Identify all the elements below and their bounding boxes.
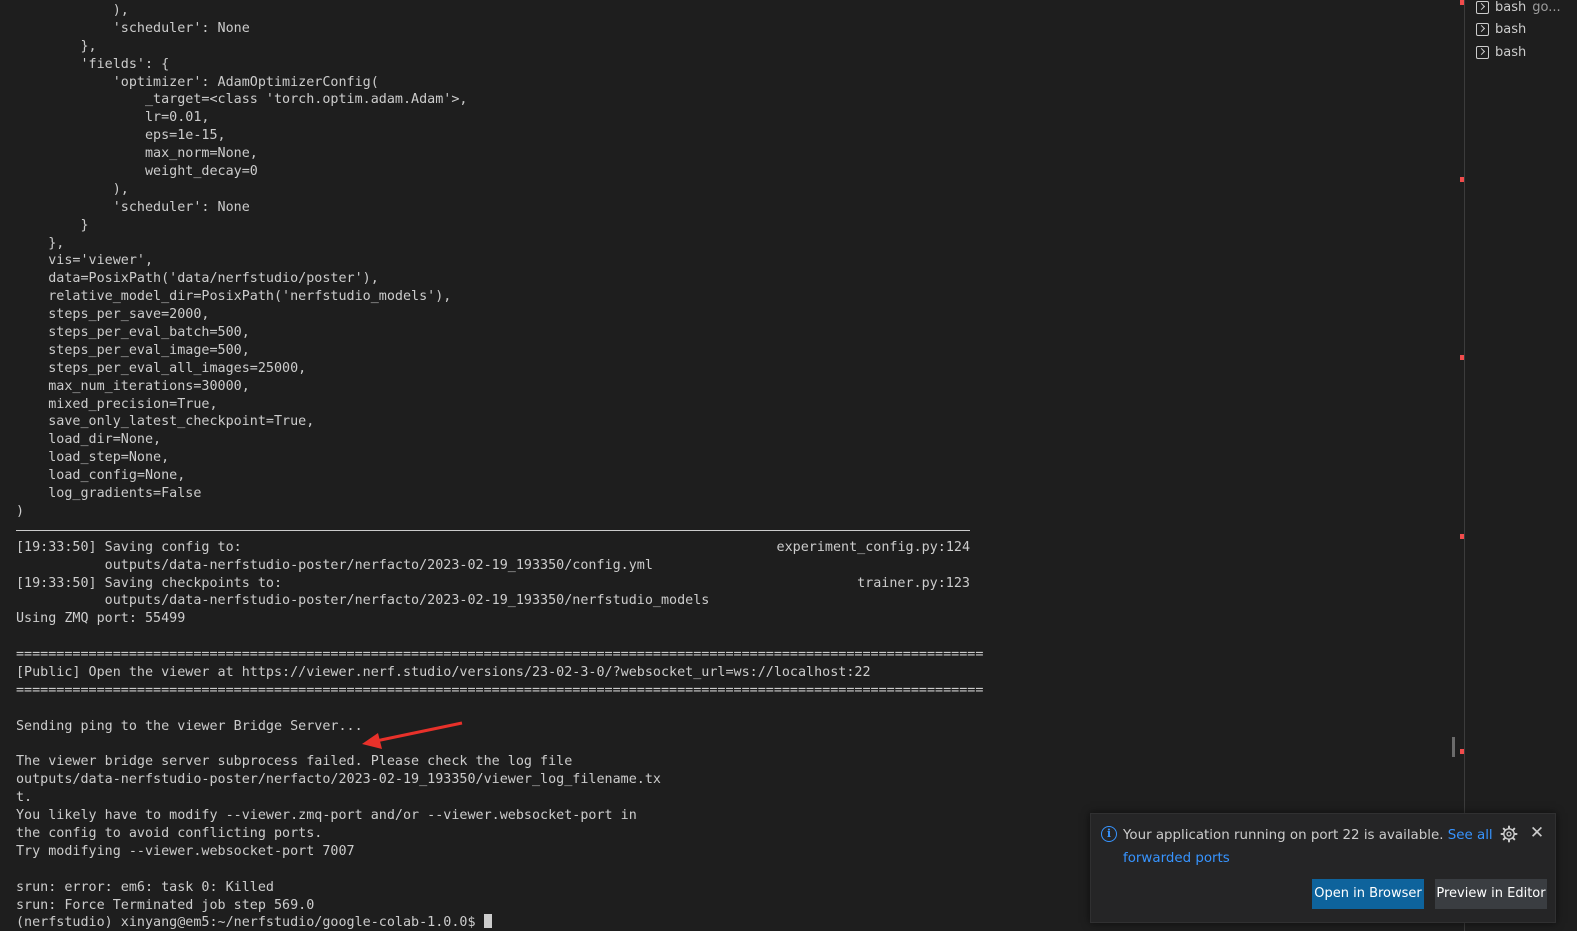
close-icon[interactable]: ✕ xyxy=(1528,823,1546,843)
terminal-tab-bash-2[interactable]: bash xyxy=(1476,18,1526,40)
terminal-icon xyxy=(1476,0,1489,14)
info-icon: i xyxy=(1101,826,1117,842)
terminal-line: ========================================… xyxy=(16,647,984,663)
terminal-scrollbar[interactable] xyxy=(1452,0,1464,931)
port-forward-notification: i Your application running on port 22 is… xyxy=(1090,813,1556,923)
terminal-line: outputs/data-nerfstudio-poster/nerfacto/… xyxy=(16,593,710,609)
terminal-line: load_dir=None, xyxy=(16,432,162,448)
terminal-line: t. xyxy=(16,790,33,806)
terminal-line: The viewer bridge server subprocess fail… xyxy=(16,754,573,770)
terminal-line: log_gradients=False xyxy=(16,486,202,502)
tab-label: bash xyxy=(1495,0,1527,15)
terminal-line: Sending ping to the viewer Bridge Server… xyxy=(16,718,363,734)
terminal-line: } xyxy=(16,217,89,233)
terminal-icon xyxy=(1476,22,1489,36)
terminal-line: save_only_latest_checkpoint=True, xyxy=(16,414,315,430)
terminal-line: vis='viewer', xyxy=(16,253,154,269)
tab-sublabel: go... xyxy=(1532,0,1561,15)
terminal-line: the config to avoid conflicting ports. xyxy=(16,825,323,841)
open-in-browser-button[interactable]: Open in Browser xyxy=(1312,879,1424,909)
terminal-line: Using ZMQ port: 55499 xyxy=(16,611,186,627)
terminal-line: ========================================… xyxy=(16,682,984,698)
terminal-line: 'scheduler': None xyxy=(16,199,250,215)
terminal-line: srun: Force Terminated job step 569.0 xyxy=(16,897,315,913)
terminal-line: 'optimizer': AdamOptimizerConfig( xyxy=(16,74,379,90)
log-source-location: experiment_config.py:124 xyxy=(776,539,970,555)
terminal-line: mixed_precision=True, xyxy=(16,396,218,412)
terminal-line: steps_per_save=2000, xyxy=(16,307,210,323)
terminal-line: ), xyxy=(16,181,129,197)
terminal-output: ), 'scheduler': None }, 'fields': { 'opt… xyxy=(16,2,983,931)
tab-label: bash xyxy=(1495,44,1527,60)
scrollbar-thumb[interactable] xyxy=(1452,737,1455,757)
terminal-line: max_num_iterations=30000, xyxy=(16,378,250,394)
notification-message: Your application running on port 22 is a… xyxy=(1123,824,1493,870)
terminal-tab-list: bash go... bash bash xyxy=(1464,0,1577,931)
terminal-icon xyxy=(1476,45,1489,59)
terminal-tab-bash-1[interactable]: bash go... xyxy=(1476,0,1561,18)
log-source-location: trainer.py:123 xyxy=(857,575,970,591)
notification-text: Your application running on port 22 is a… xyxy=(1123,828,1448,843)
terminal-line: [19:33:50] Saving config to: experiment_c… xyxy=(16,539,970,555)
terminal-line: [Public] Open the viewer at https://view… xyxy=(16,664,871,680)
terminal-line: srun: error: em6: task 0: Killed xyxy=(16,879,274,895)
tab-label: bash xyxy=(1495,21,1527,37)
terminal-line: data=PosixPath('data/nerfstudio/poster')… xyxy=(16,271,379,287)
terminal-line: lr=0.01, xyxy=(16,110,210,126)
terminal-line: _target=<class 'torch.optim.adam.Adam'>, xyxy=(16,92,468,108)
terminal-line: ), xyxy=(16,3,129,18)
terminal-line: ) xyxy=(16,503,25,519)
terminal-line: (nerfstudio) xinyang@em5:~/nerfstudio/go… xyxy=(16,914,983,931)
terminal-line: eps=1e-15, xyxy=(16,128,226,144)
terminal-line: relative_model_dir=PosixPath('nerfstudio… xyxy=(16,289,452,305)
terminal-line: }, xyxy=(16,235,65,251)
preview-in-editor-button[interactable]: Preview in Editor xyxy=(1435,879,1547,909)
terminal-line: load_step=None, xyxy=(16,450,170,466)
terminal-panel[interactable]: ), 'scheduler': None }, 'fields': { 'opt… xyxy=(0,0,1452,931)
terminal-line: You likely have to modify --viewer.zmq-p… xyxy=(16,808,637,824)
terminal-line: [19:33:50] Saving checkpoints to: trainer… xyxy=(16,575,970,591)
terminal-line: 'fields': { xyxy=(16,56,170,72)
terminal-line: steps_per_eval_all_images=25000, xyxy=(16,360,307,376)
gear-icon[interactable] xyxy=(1500,825,1518,843)
terminal-cursor xyxy=(483,914,492,929)
terminal-line: 'scheduler': None xyxy=(16,20,250,36)
terminal-line: max_norm=None, xyxy=(16,146,258,162)
terminal-line: load_config=None, xyxy=(16,468,186,484)
terminal-line: Try modifying --viewer.websocket-port 70… xyxy=(16,843,355,859)
terminal-tab-bash-3[interactable]: bash xyxy=(1476,41,1526,63)
terminal-line: steps_per_eval_image=500, xyxy=(16,342,250,358)
terminal-line: }, xyxy=(16,38,97,54)
terminal-line: outputs/data-nerfstudio-poster/nerfacto/… xyxy=(16,557,653,573)
terminal-line: outputs/data-nerfstudio-poster/nerfacto/… xyxy=(16,772,661,788)
terminal-line: steps_per_eval_batch=500, xyxy=(16,325,250,341)
output-rule xyxy=(16,530,970,531)
terminal-line: weight_decay=0 xyxy=(16,164,258,180)
